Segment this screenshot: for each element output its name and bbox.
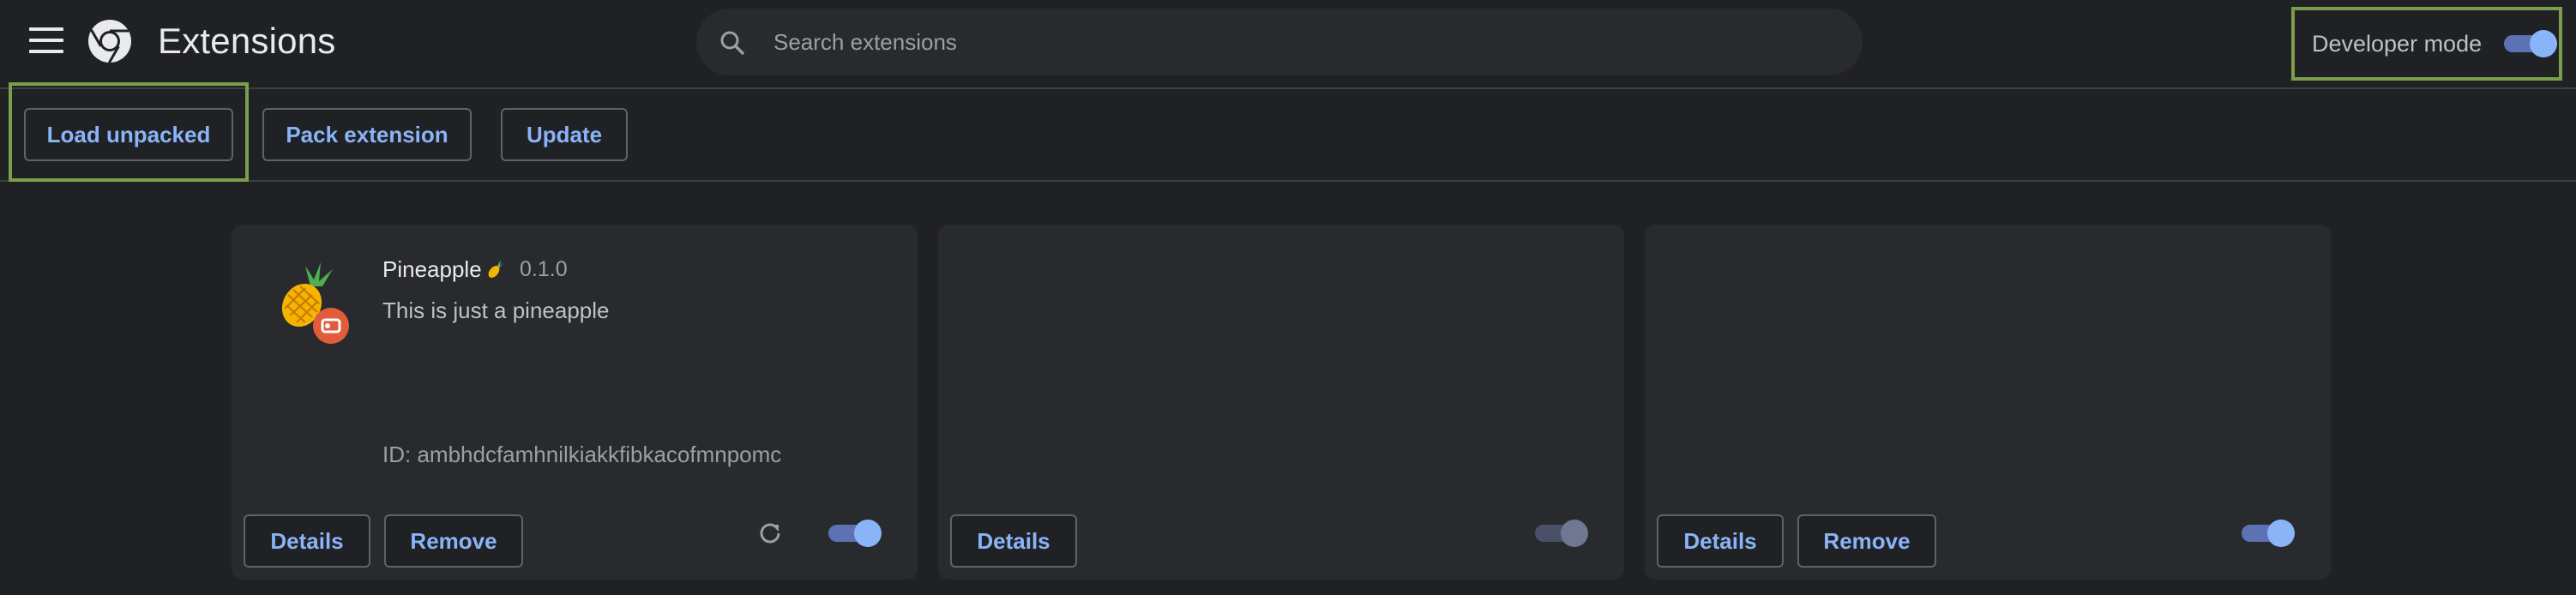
extension-description: This is just a pineapple bbox=[382, 298, 610, 323]
reload-icon[interactable] bbox=[756, 520, 784, 547]
developer-mode-highlight: Developer mode bbox=[2291, 7, 2562, 81]
pineapple-small-icon bbox=[488, 260, 503, 278]
extension-card: Pineapple 0.1.0 This is just a pineapple… bbox=[232, 225, 918, 580]
header-bar: Extensions Developer mode bbox=[0, 0, 2576, 89]
remove-button[interactable]: Remove bbox=[384, 514, 523, 568]
extension-enable-toggle[interactable] bbox=[2242, 520, 2296, 547]
search-input[interactable] bbox=[773, 9, 1837, 75]
details-button[interactable]: Details bbox=[244, 514, 370, 568]
extension-version: 0.1.0 bbox=[520, 257, 568, 281]
extension-enable-toggle[interactable] bbox=[828, 520, 883, 547]
search-bar[interactable] bbox=[696, 9, 1863, 75]
load-unpacked-highlight bbox=[9, 82, 249, 182]
pack-extension-button[interactable]: Pack extension bbox=[262, 108, 472, 161]
extension-card: Details bbox=[938, 225, 1624, 580]
pineapple-icon bbox=[281, 262, 349, 344]
page-title: Extensions bbox=[158, 21, 336, 61]
remove-button[interactable]: Remove bbox=[1797, 514, 1936, 568]
search-icon bbox=[720, 31, 744, 55]
menu-icon[interactable] bbox=[29, 27, 63, 55]
update-button[interactable]: Update bbox=[501, 108, 628, 161]
extension-id: ID: ambhdcfamhnilkiakkfibkacofmnpomc bbox=[382, 442, 782, 467]
developer-mode-toggle[interactable] bbox=[2504, 30, 2559, 57]
chrome-logo bbox=[88, 20, 131, 63]
developer-mode-label: Developer mode bbox=[2312, 31, 2483, 57]
details-button[interactable]: Details bbox=[1657, 514, 1784, 568]
details-button[interactable]: Details bbox=[950, 514, 1077, 568]
extension-card: Details Remove bbox=[1645, 225, 2331, 580]
extension-enable-toggle[interactable] bbox=[1535, 520, 1590, 547]
extension-name: Pineapple bbox=[382, 256, 482, 282]
developer-toolbar: Load unpacked Pack extension Update bbox=[0, 91, 2576, 182]
